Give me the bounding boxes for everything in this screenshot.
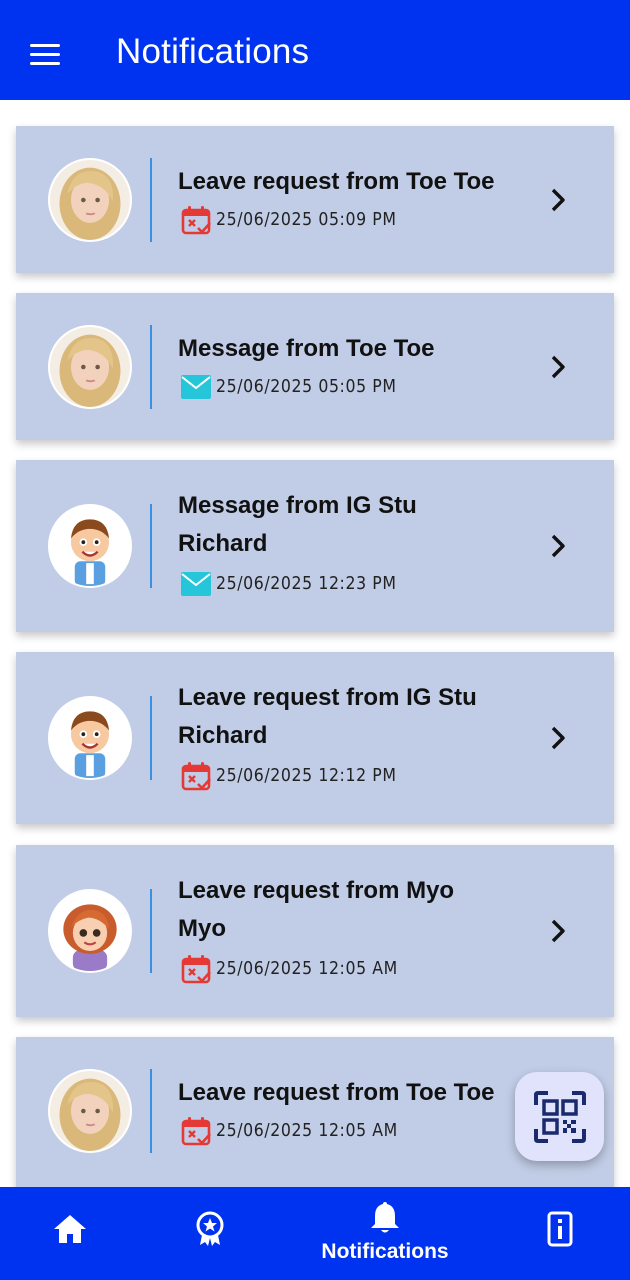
app-bar: Notifications [0, 0, 630, 100]
calendar-x-icon [180, 204, 212, 236]
bell-icon [371, 1202, 399, 1233]
qr-scan-button[interactable] [515, 1072, 604, 1161]
notification-datetime: 25/06/2025 12:12 PM [216, 766, 397, 786]
notification-card[interactable]: Message from IG Stu Richard 25/06/2025 1… [16, 460, 614, 632]
nav-item-notifications[interactable]: Notifications [300, 1187, 470, 1280]
nav-label-notifications: Notifications [321, 1240, 449, 1263]
chevron-right-icon[interactable] [544, 532, 572, 560]
app-root: Notifications Leave request from Toe Toe [0, 0, 630, 1280]
nav-item-awards[interactable] [170, 1187, 250, 1280]
notification-meta: 25/06/2025 12:12 PM [180, 760, 397, 792]
divider [150, 158, 152, 242]
girl-blonde-avatar [48, 1069, 132, 1153]
girl-blonde-avatar [48, 325, 132, 409]
qr-code-scan-icon [533, 1090, 586, 1143]
notification-card[interactable]: Leave request from IG Stu Richard 25/06/… [16, 652, 614, 824]
envelope-icon [180, 371, 212, 403]
cartoon-girl-avatar [48, 889, 132, 973]
divider [150, 325, 152, 409]
notification-datetime: 25/06/2025 05:09 PM [216, 210, 397, 230]
chevron-right-icon[interactable] [544, 917, 572, 945]
notification-meta: 25/06/2025 05:09 PM [180, 204, 397, 236]
calendar-x-icon [180, 953, 212, 985]
notification-card[interactable]: Message from Toe Toe 25/06/2025 05:05 PM [16, 293, 614, 440]
notification-title: Leave request from Toe Toe [178, 1079, 495, 1106]
divider [150, 504, 152, 588]
notification-meta: 25/06/2025 12:05 AM [180, 953, 398, 985]
envelope-icon [180, 568, 212, 600]
hamburger-menu-icon[interactable] [24, 36, 66, 72]
notification-title: Leave request from Myo Myo [178, 877, 455, 942]
id-card-icon [547, 1211, 573, 1247]
cartoon-boy-avatar [48, 696, 132, 780]
notification-title: Message from Toe Toe [178, 335, 435, 362]
notification-title: Message from IG Stu Richard [178, 492, 417, 557]
bottom-navigation: Notifications [0, 1187, 630, 1280]
notification-card[interactable]: Leave request from Toe Toe 25/06/2025 05… [16, 126, 614, 273]
page-title: Notifications [116, 32, 310, 71]
cartoon-boy-avatar [48, 504, 132, 588]
home-icon [54, 1215, 86, 1243]
notification-title: Leave request from IG Stu Richard [178, 684, 477, 749]
notification-datetime: 25/06/2025 12:05 AM [216, 1121, 398, 1141]
award-badge-icon [196, 1211, 224, 1246]
notification-datetime: 25/06/2025 12:23 PM [216, 574, 397, 594]
notification-title: Leave request from Toe Toe [178, 168, 495, 195]
notification-list[interactable]: Leave request from Toe Toe 25/06/2025 05… [0, 100, 630, 1187]
nav-item-home[interactable] [30, 1187, 110, 1280]
girl-blonde-avatar [48, 158, 132, 242]
notification-meta: 25/06/2025 12:23 PM [180, 568, 397, 600]
chevron-right-icon[interactable] [544, 353, 572, 381]
notification-card[interactable]: Leave request from Myo Myo 25/06/2025 12… [16, 845, 614, 1017]
calendar-x-icon [180, 1115, 212, 1147]
divider [150, 1069, 152, 1153]
notification-meta: 25/06/2025 12:05 AM [180, 1115, 398, 1147]
calendar-x-icon [180, 760, 212, 792]
chevron-right-icon[interactable] [544, 724, 572, 752]
notification-meta: 25/06/2025 05:05 PM [180, 371, 397, 403]
notification-datetime: 25/06/2025 05:05 PM [216, 377, 397, 397]
divider [150, 889, 152, 973]
nav-item-profile[interactable] [520, 1187, 600, 1280]
chevron-right-icon[interactable] [544, 186, 572, 214]
notification-datetime: 25/06/2025 12:05 AM [216, 959, 398, 979]
divider [150, 696, 152, 780]
